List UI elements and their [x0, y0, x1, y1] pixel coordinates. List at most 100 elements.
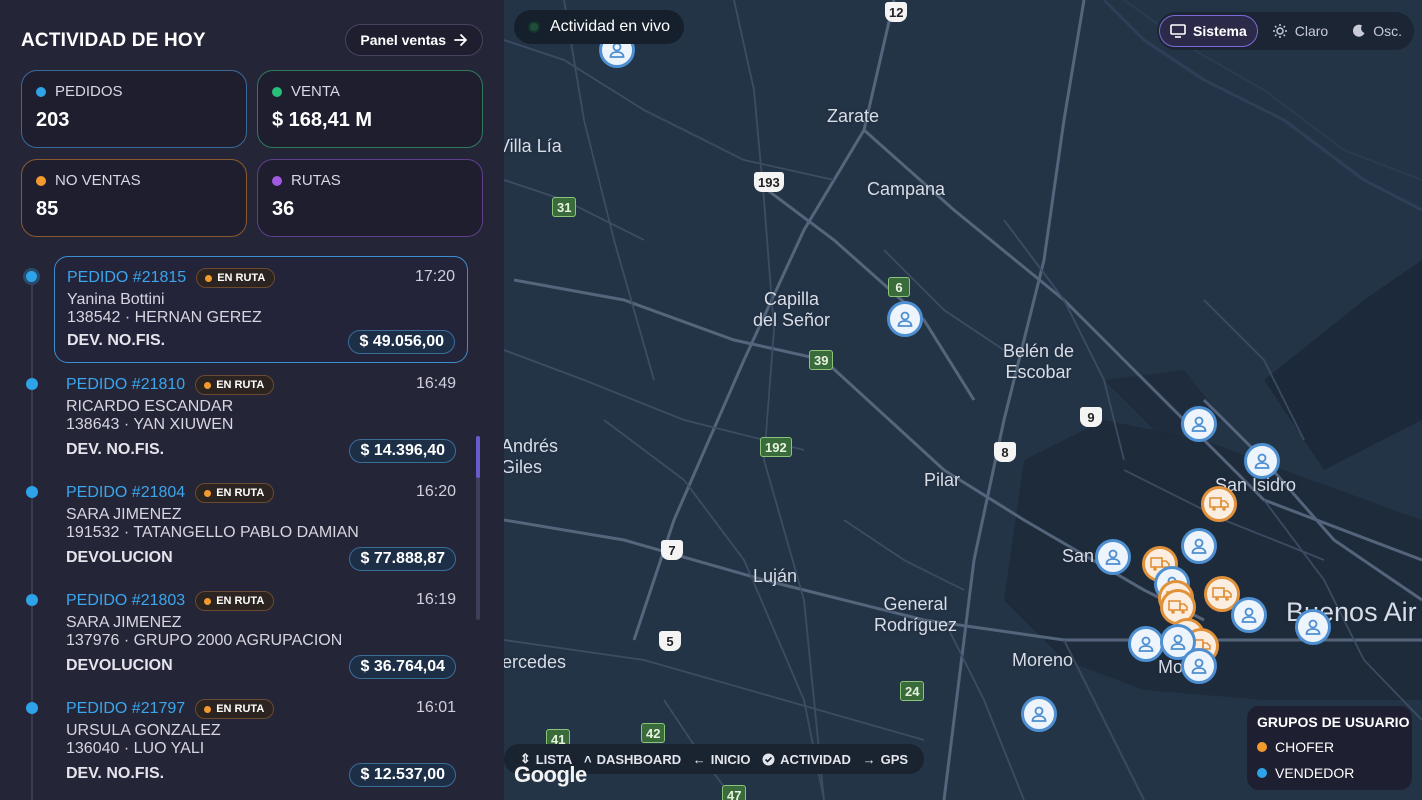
live-map[interactable]: Zarate Villa Lía Campana Capilla del Seño…: [504, 0, 1422, 800]
order-card[interactable]: PEDIDO #21804 EN RUTA 16:20 SARA JIMENEZ …: [54, 472, 468, 579]
stat-value: 36: [272, 198, 295, 220]
order-card[interactable]: PEDIDO #21803 EN RUTA 16:19 SARA JIMENEZ …: [54, 580, 468, 687]
city-label: Luján: [753, 566, 798, 586]
order-card[interactable]: PEDIDO #21815 EN RUTA 17:20 Yanina Bottin…: [54, 256, 468, 363]
seller-marker[interactable]: [1021, 696, 1057, 732]
panel-title: ACTIVIDAD DE HOY: [21, 30, 206, 51]
driver-marker[interactable]: [1201, 486, 1237, 522]
google-logo: Google: [514, 762, 587, 787]
stat-card-no-sales[interactable]: NO VENTAS 85: [21, 159, 247, 237]
city-label-line: del Señor: [753, 310, 831, 330]
order-id[interactable]: PEDIDO #21804: [66, 484, 185, 502]
theme-light-label: Claro: [1294, 23, 1329, 39]
nav-label: DASHBOARD: [596, 751, 682, 767]
app: ACTIVIDAD DE HOY Panel ventas PEDIDOS 20…: [0, 0, 1422, 800]
city-label: Pilar: [924, 470, 961, 490]
status-badge: EN RUTA: [195, 483, 275, 503]
city-label: Campana: [867, 179, 946, 199]
order-id[interactable]: PEDIDO #21810: [66, 376, 185, 394]
timeline-dot: [26, 594, 38, 606]
theme-dark-button[interactable]: Osc.: [1342, 15, 1412, 47]
seller-marker[interactable]: [1231, 597, 1267, 633]
seller-marker[interactable]: [1244, 443, 1280, 479]
seller-marker[interactable]: [1181, 406, 1217, 442]
stat-card-orders[interactable]: PEDIDOS 203: [21, 70, 247, 148]
status-label: EN RUTA: [216, 703, 265, 715]
order-time: 16:01: [415, 699, 456, 716]
sun-icon: [1272, 24, 1287, 38]
city-label: Zarate: [827, 106, 880, 126]
stat-label: VENTA: [291, 83, 340, 100]
city-label: Andrés Giles: [504, 436, 558, 478]
user-icon: [1254, 453, 1270, 469]
driver-dot-icon: [1257, 742, 1267, 752]
route-shield: 47: [722, 785, 747, 800]
order-customer: URSULA GONZALEZ: [66, 722, 221, 739]
status-label: EN RUTA: [216, 595, 265, 607]
city-label: Capilla del Señor: [753, 289, 830, 331]
city-label-line: Escobar: [1005, 362, 1072, 382]
order-type: DEV. NO.FIS.: [67, 332, 166, 349]
nav-dashboard-button[interactable]: ˄ DASHBOARD: [584, 752, 681, 767]
route-shield: 42: [641, 723, 666, 743]
nav-activity-button[interactable]: ACTIVIDAD: [762, 752, 851, 767]
scrollbar-thumb[interactable]: [476, 436, 480, 478]
stat-card-routes[interactable]: RUTAS 36: [257, 159, 483, 237]
order-customer: Yanina Bottini: [67, 291, 165, 308]
city-label-line: Giles: [504, 457, 543, 477]
status-label: EN RUTA: [216, 487, 265, 499]
status-badge: EN RUTA: [195, 591, 275, 611]
order-type: DEVOLUCION: [66, 657, 173, 674]
nav-label: ACTIVIDAD: [780, 751, 851, 767]
seller-marker[interactable]: [1128, 626, 1164, 662]
order-card[interactable]: PEDIDO #21797 EN RUTA 16:01 URSULA GONZAL…: [54, 688, 468, 795]
status-dot-icon: [204, 597, 212, 605]
monitor-icon: [1170, 24, 1186, 38]
theme-light-button[interactable]: Claro: [1262, 15, 1338, 47]
order-id[interactable]: PEDIDO #21803: [66, 592, 185, 610]
route-shield: 9: [1080, 407, 1102, 427]
status-dot-icon: [204, 489, 212, 497]
timeline-dot: [26, 378, 38, 390]
sales-panel-button[interactable]: Panel ventas: [345, 24, 483, 56]
route-shield: 193: [754, 172, 784, 192]
stat-label: NO VENTAS: [55, 172, 141, 189]
stat-value: 85: [36, 198, 59, 220]
stat-card-sales[interactable]: VENTA $ 168,41 M: [257, 70, 483, 148]
order-id[interactable]: PEDIDO #21815: [67, 269, 186, 287]
status-dot-icon: [205, 274, 213, 282]
user-icon: [1031, 706, 1047, 722]
order-customer: SARA JIMENEZ: [66, 614, 182, 631]
order-seller: 137976 · GRUPO 2000 AGRUPACION: [66, 632, 343, 649]
user-icon: [1191, 658, 1207, 674]
check-circle-icon: [762, 753, 775, 765]
status-label: EN RUTA: [217, 272, 266, 284]
theme-system-button[interactable]: Sistema: [1159, 15, 1258, 47]
order-amount: $ 14.396,40: [349, 439, 456, 463]
activity-panel: ACTIVIDAD DE HOY Panel ventas PEDIDOS 20…: [0, 0, 504, 800]
order-type: DEV. NO.FIS.: [66, 765, 165, 782]
sales-panel-button-label: Panel ventas: [360, 32, 446, 48]
route-shield: 39: [809, 350, 834, 370]
seller-marker[interactable]: [1181, 528, 1217, 564]
order-id[interactable]: PEDIDO #21797: [66, 700, 185, 718]
user-icon: [1305, 619, 1321, 635]
status-dot-icon: [204, 705, 212, 713]
order-card[interactable]: PEDIDO #21810 EN RUTA 16:49 RICARDO ESCAN…: [54, 364, 468, 471]
timeline-line: [31, 276, 33, 800]
seller-marker[interactable]: [1095, 539, 1131, 575]
nav-gps-button[interactable]: → GPS: [863, 752, 908, 767]
status-dot-icon: [204, 381, 212, 389]
map-background: [504, 0, 1422, 800]
user-icon: [1138, 636, 1154, 652]
seller-marker[interactable]: [1181, 648, 1217, 684]
status-badge: EN RUTA: [195, 699, 275, 719]
seller-marker[interactable]: [887, 301, 923, 337]
route-shield: 192: [760, 437, 792, 457]
theme-switcher: Sistema Claro Osc.: [1157, 12, 1414, 50]
seller-marker[interactable]: [1295, 609, 1331, 645]
user-icon: [897, 311, 913, 327]
stat-value: $ 168,41 M: [272, 109, 373, 131]
nav-home-button[interactable]: ← INICIO: [693, 752, 751, 767]
stat-label: RUTAS: [291, 172, 341, 189]
